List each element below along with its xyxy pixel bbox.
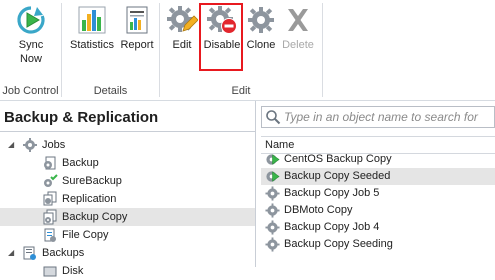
tree-item-file-copy[interactable]: File Copy bbox=[0, 226, 255, 244]
tree-item-label: Replication bbox=[62, 193, 117, 205]
replication-icon bbox=[43, 191, 57, 206]
report-button[interactable]: Report bbox=[117, 4, 157, 52]
sync-now-button[interactable]: Sync Now bbox=[6, 4, 56, 66]
tree-item-label: SureBackup bbox=[62, 175, 122, 187]
job-name: DBMoto Copy bbox=[284, 204, 353, 216]
group-title-details: Details bbox=[93, 85, 128, 97]
report-icon bbox=[126, 6, 148, 34]
tree-item-label: Backups bbox=[42, 247, 85, 259]
backups-icon bbox=[23, 246, 36, 260]
statistics-label: Statistics bbox=[69, 39, 114, 51]
job-gear-icon bbox=[265, 220, 280, 235]
job-gear-icon bbox=[265, 237, 280, 252]
disable-highlight-frame bbox=[199, 3, 243, 71]
ribbon-toolbar: Sync Now Job Control Statistics Report D… bbox=[0, 0, 495, 101]
backup-job-icon bbox=[44, 156, 56, 170]
job-name: Backup Copy Seeded bbox=[284, 170, 391, 182]
delete-label: Delete bbox=[282, 39, 314, 51]
tree-item-label: Disk bbox=[62, 265, 84, 277]
job-row[interactable]: CentOS Backup Copy bbox=[261, 151, 495, 168]
job-name: Backup Copy Job 4 bbox=[284, 221, 380, 233]
job-row[interactable]: Backup Copy Job 5 bbox=[261, 185, 495, 202]
backup-copy-icon bbox=[43, 209, 57, 225]
job-name: CentOS Backup Copy bbox=[284, 153, 392, 165]
clone-gear-icon bbox=[248, 7, 274, 33]
job-row[interactable]: Backup Copy Seeded bbox=[261, 168, 495, 185]
tree-item-backup-copy[interactable]: Backup Copy bbox=[0, 208, 255, 226]
collapse-arrow-icon[interactable]: ◢ bbox=[8, 141, 16, 149]
edit-gear-icon bbox=[167, 6, 198, 32]
sync-now-label: Sync Now bbox=[18, 39, 44, 65]
report-label: Report bbox=[120, 39, 154, 51]
job-row[interactable]: Backup Copy Job 4 bbox=[261, 219, 495, 236]
navigation-pane: Backup & Replication ◢ Jobs Backup SureB… bbox=[0, 101, 256, 277]
search-input[interactable] bbox=[284, 108, 489, 126]
statistics-button[interactable]: Statistics bbox=[66, 4, 118, 52]
job-gear-icon bbox=[265, 203, 280, 218]
job-name: Backup Copy Job 5 bbox=[284, 187, 380, 199]
edit-button[interactable]: Edit bbox=[166, 4, 198, 52]
tree-item-disk[interactable]: Disk bbox=[0, 262, 255, 280]
group-title-job-control: Job Control bbox=[2, 85, 59, 97]
tree-item-backup[interactable]: Backup bbox=[0, 154, 255, 172]
tree-item-label: Jobs bbox=[42, 139, 66, 151]
content-pane: Name CentOS Backup Copy Backup Copy Seed… bbox=[256, 101, 495, 267]
job-row[interactable]: DBMoto Copy bbox=[261, 202, 495, 219]
pane-title: Backup & Replication bbox=[4, 109, 159, 126]
statistics-icon bbox=[78, 6, 106, 34]
tree-item-label: Backup bbox=[62, 157, 99, 169]
job-gear-icon bbox=[265, 186, 280, 201]
edit-label: Edit bbox=[172, 39, 192, 51]
file-copy-icon bbox=[44, 228, 56, 242]
clone-label: Clone bbox=[246, 39, 276, 51]
job-row[interactable]: Backup Copy Seeding bbox=[261, 236, 495, 253]
delete-button[interactable]: Delete bbox=[280, 4, 316, 52]
ribbon-separator bbox=[322, 3, 323, 97]
sync-now-icon bbox=[17, 6, 45, 34]
delete-x-icon bbox=[288, 9, 308, 31]
collapse-arrow-icon[interactable]: ◢ bbox=[8, 249, 16, 257]
search-box[interactable] bbox=[261, 106, 495, 128]
tree-item-label: File Copy bbox=[62, 229, 109, 241]
gear-icon bbox=[23, 138, 37, 152]
search-icon bbox=[266, 110, 281, 125]
job-name: Backup Copy Seeding bbox=[284, 238, 393, 250]
job-running-icon bbox=[266, 171, 280, 182]
group-title-edit: Edit bbox=[231, 85, 251, 97]
divider bbox=[0, 131, 255, 132]
surebackup-icon bbox=[44, 174, 58, 187]
tree-item-surebackup[interactable]: SureBackup bbox=[0, 172, 255, 190]
disk-icon bbox=[43, 266, 57, 277]
ribbon-group-details: Statistics Report Details bbox=[62, 0, 159, 100]
tree-item-jobs[interactable]: ◢ Jobs bbox=[0, 136, 255, 154]
clone-button[interactable]: Clone bbox=[245, 4, 277, 52]
ribbon-group-job-control: Sync Now Job Control bbox=[0, 0, 61, 100]
job-running-icon bbox=[266, 154, 280, 165]
tree-item-label: Backup Copy bbox=[62, 211, 128, 223]
tree-item-backups[interactable]: ◢ Backups bbox=[0, 244, 255, 262]
tree-item-replication[interactable]: Replication bbox=[0, 190, 255, 208]
